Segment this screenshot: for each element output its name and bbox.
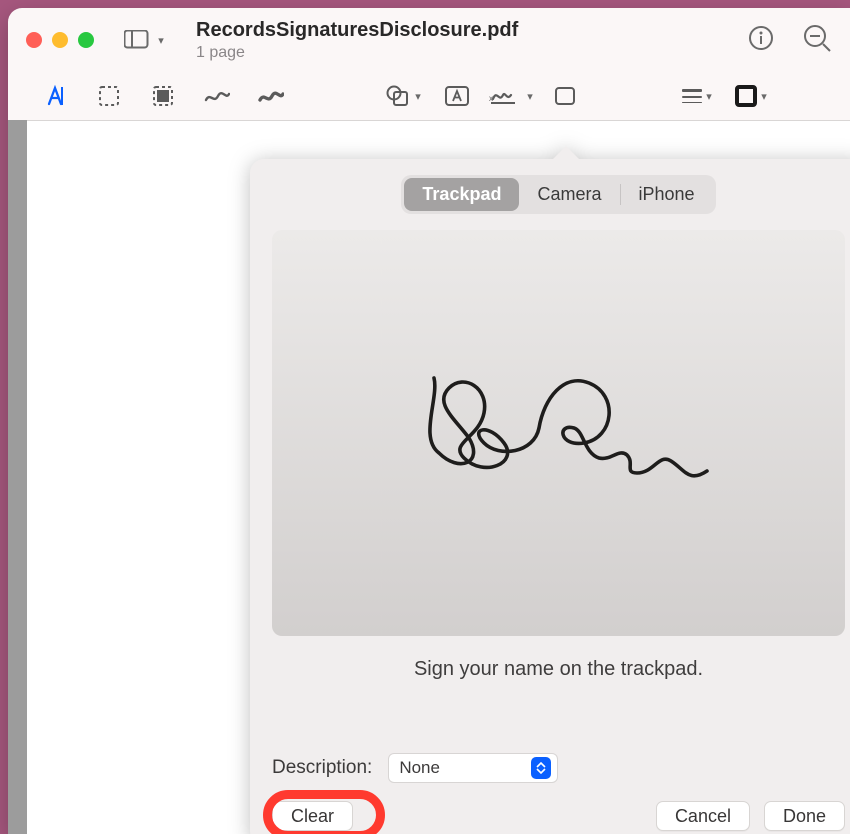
chevron-down-icon: ▾ [415, 90, 421, 103]
note-tool[interactable] [542, 78, 588, 114]
signature-instruction: Sign your name on the trackpad. [250, 658, 850, 681]
sketch-tool[interactable] [194, 78, 240, 114]
redact-tool[interactable] [140, 78, 186, 114]
page-gutter [8, 120, 27, 834]
zoom-out-button[interactable] [802, 23, 832, 58]
shapes-tool[interactable]: ▾ [380, 78, 426, 114]
cancel-button[interactable]: Cancel [656, 801, 750, 831]
line-style-tool[interactable]: ▾ [674, 78, 720, 114]
done-button[interactable]: Done [764, 801, 845, 831]
description-row: Description: None [272, 753, 558, 783]
draw-tool[interactable] [248, 78, 294, 114]
chevron-down-icon: ▾ [158, 34, 164, 47]
titlebar-right [748, 23, 832, 58]
description-value: None [399, 758, 440, 778]
document-area: n c g o signature on the Payment Authori… [8, 120, 850, 834]
chevron-down-icon: ▾ [706, 90, 712, 103]
chevron-down-icon: ▾ [761, 90, 767, 103]
lines-icon [682, 89, 702, 104]
document-page[interactable]: n c g o signature on the Payment Authori… [27, 120, 850, 834]
text-selection-tool[interactable] [32, 78, 78, 114]
signature-drawing [389, 343, 729, 523]
page-count-label: 1 page [196, 44, 518, 62]
document-title: RecordsSignaturesDisclosure.pdf [196, 19, 518, 42]
markup-toolbar: ▾ x ▾ ▾ ▾ [8, 72, 850, 120]
sidebar-toggle-button[interactable]: ▾ [124, 25, 164, 55]
description-label: Description: [272, 757, 372, 779]
preview-window: ▾ RecordsSignaturesDisclosure.pdf 1 page [8, 8, 850, 834]
signature-source-tabs: Trackpad Camera iPhone [401, 175, 715, 214]
close-window-button[interactable] [26, 32, 42, 48]
rect-selection-tool[interactable] [86, 78, 132, 114]
info-button[interactable] [748, 25, 774, 56]
clear-button[interactable]: Clear [272, 801, 353, 831]
tab-trackpad[interactable]: Trackpad [404, 178, 519, 211]
tab-camera[interactable]: Camera [519, 178, 619, 211]
tab-iphone[interactable]: iPhone [621, 178, 713, 211]
signature-popover: Trackpad Camera iPhone Sign your name on… [250, 159, 850, 834]
svg-text:x: x [489, 94, 493, 103]
signature-canvas[interactable] [272, 230, 845, 636]
window-controls [26, 32, 94, 48]
sign-tool[interactable]: x ▾ [488, 78, 534, 114]
select-stepper-icon [531, 757, 551, 779]
titlebar: ▾ RecordsSignaturesDisclosure.pdf 1 page [8, 8, 850, 72]
minimize-window-button[interactable] [52, 32, 68, 48]
text-box-tool[interactable] [434, 78, 480, 114]
chevron-down-icon: ▾ [527, 90, 533, 103]
description-select[interactable]: None [388, 753, 558, 783]
fullscreen-window-button[interactable] [78, 32, 94, 48]
popover-button-row: Clear Cancel Done [272, 801, 845, 831]
border-color-tool[interactable]: ▾ [728, 78, 774, 114]
title-block: RecordsSignaturesDisclosure.pdf 1 page [196, 19, 518, 62]
